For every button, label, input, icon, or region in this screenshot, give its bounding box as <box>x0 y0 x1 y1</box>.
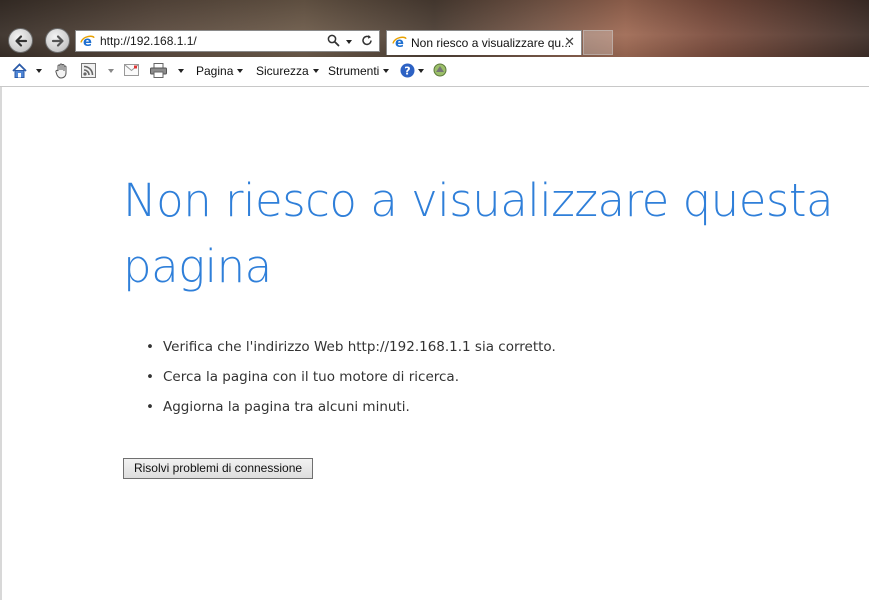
ie-logo-icon: e <box>392 36 407 50</box>
refresh-icon[interactable] <box>361 34 373 47</box>
new-tab-button[interactable] <box>583 30 613 55</box>
svg-text:?: ? <box>404 65 410 78</box>
suggestion-list: Verifica che l'indirizzo Web http://192.… <box>146 336 556 426</box>
menu-sicurezza-label: Sicurezza <box>256 64 309 78</box>
menu-strumenti-label: Strumenti <box>328 64 380 78</box>
address-tools <box>327 33 373 48</box>
arrow-right-icon <box>51 34 64 47</box>
list-item: Cerca la pagina con il tuo motore di ric… <box>146 366 556 396</box>
menu-pagina[interactable]: Pagina <box>196 64 244 78</box>
menu-sicurezza[interactable]: Sicurezza <box>256 64 319 78</box>
page-title: Non riesco a visualizzare questa pagina <box>123 174 834 293</box>
tab-title: Non riesco a visualizzare qu... <box>411 36 572 50</box>
feeds-button[interactable] <box>81 63 114 78</box>
list-item: Aggiorna la pagina tra alcuni minuti. <box>146 396 556 426</box>
menu-strumenti[interactable]: Strumenti <box>328 64 390 78</box>
fix-connection-button[interactable]: Risolvi problemi di connessione <box>123 458 313 479</box>
search-dropdown-caret[interactable] <box>346 40 353 44</box>
search-icon[interactable] <box>327 34 341 47</box>
forward-button[interactable] <box>45 28 70 53</box>
home-button[interactable] <box>11 62 42 79</box>
address-url[interactable]: http://192.168.1.1/ <box>100 34 197 48</box>
content-left-border <box>0 87 2 600</box>
print-button[interactable] <box>150 63 184 78</box>
ie-logo-icon: e <box>80 35 95 49</box>
back-button[interactable] <box>8 28 33 53</box>
help-icon: ? <box>400 63 415 78</box>
feeds-icon <box>81 63 96 78</box>
arrow-left-icon <box>14 34 27 47</box>
command-bar: Pagina Sicurezza Strumenti ? <box>0 57 869 87</box>
print-icon <box>150 63 167 78</box>
research-button[interactable] <box>432 62 448 78</box>
help-button[interactable]: ? <box>400 63 424 78</box>
menu-pagina-label: Pagina <box>196 64 234 78</box>
mail-icon <box>124 64 139 76</box>
research-icon <box>433 63 447 77</box>
mail-button[interactable] <box>124 64 139 76</box>
list-item: Verifica che l'indirizzo Web http://192.… <box>146 336 556 366</box>
tab-active[interactable]: e Non riesco a visualizzare qu... ✕ <box>386 30 582 55</box>
hand-icon[interactable] <box>54 62 70 79</box>
address-bar[interactable]: e http://192.168.1.1/ <box>75 30 380 52</box>
close-icon[interactable]: ✕ <box>564 34 575 50</box>
home-icon <box>12 63 27 78</box>
